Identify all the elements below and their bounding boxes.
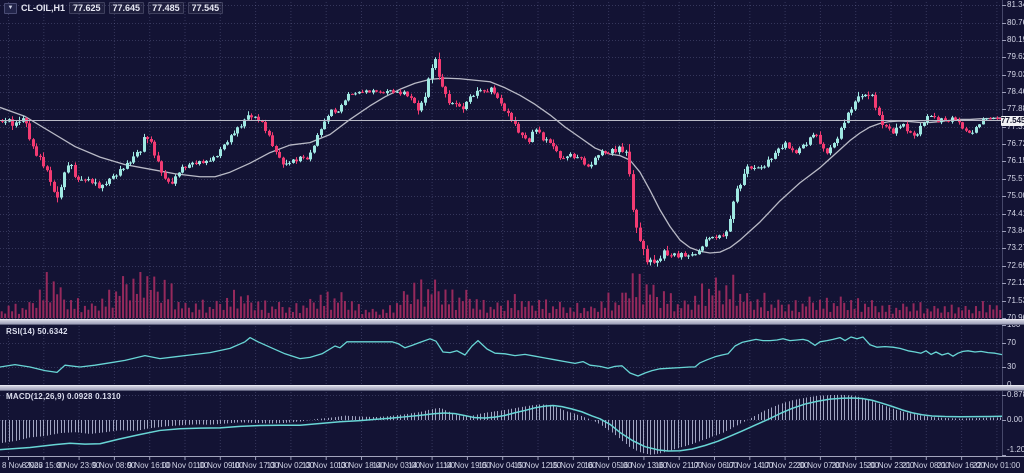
chart-canvas[interactable]: [0, 0, 1024, 473]
panel-separator-main-rsi[interactable]: [0, 319, 1024, 325]
time-axis-rule: [0, 456, 1024, 457]
trading-chart-window: ▼ CL-OIL,H1 77.625 77.645 77.485 77.545 …: [0, 0, 1024, 473]
panel-separator-rsi-macd[interactable]: [0, 385, 1024, 391]
